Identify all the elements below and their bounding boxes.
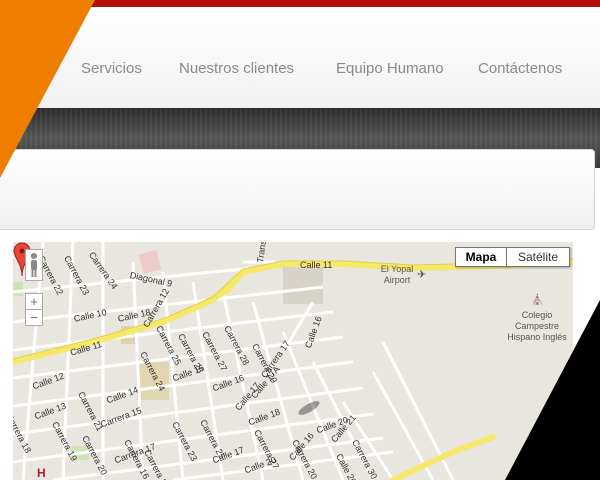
nav-item-servicios[interactable]: Servicios — [81, 60, 142, 77]
map-type-satellite-button[interactable]: Satélite — [506, 247, 570, 267]
road-label-calle-11-top: Calle 11 — [300, 260, 333, 270]
pegman-icon[interactable] — [25, 249, 43, 281]
google-map[interactable]: Calle 11 Calle 11 Carrera 22 Carrera 23 … — [13, 242, 573, 480]
map-type-map-button[interactable]: Mapa — [455, 247, 507, 267]
school-icon: ⛪ — [531, 295, 544, 306]
hospital-icon: H — [37, 466, 46, 480]
zoom-out-icon[interactable]: − — [25, 309, 43, 326]
zoom-in-icon[interactable]: + — [25, 293, 43, 310]
nav-item-contactenos[interactable]: Contáctenos — [478, 60, 562, 77]
content-panel — [0, 149, 595, 230]
school-label: Colegio Campestre Hispano Inglés — [507, 310, 567, 342]
airport-label: El Yopal Airport — [380, 264, 414, 285]
nav-item-nuestros-clientes[interactable]: Nuestros clientes — [179, 60, 294, 77]
nav-item-equipo-humano[interactable]: Equipo Humano — [336, 60, 444, 77]
main-nav: Servicios Nuestros clientes Equipo Human… — [0, 50, 600, 90]
airport-icon: ✈ — [417, 269, 427, 281]
